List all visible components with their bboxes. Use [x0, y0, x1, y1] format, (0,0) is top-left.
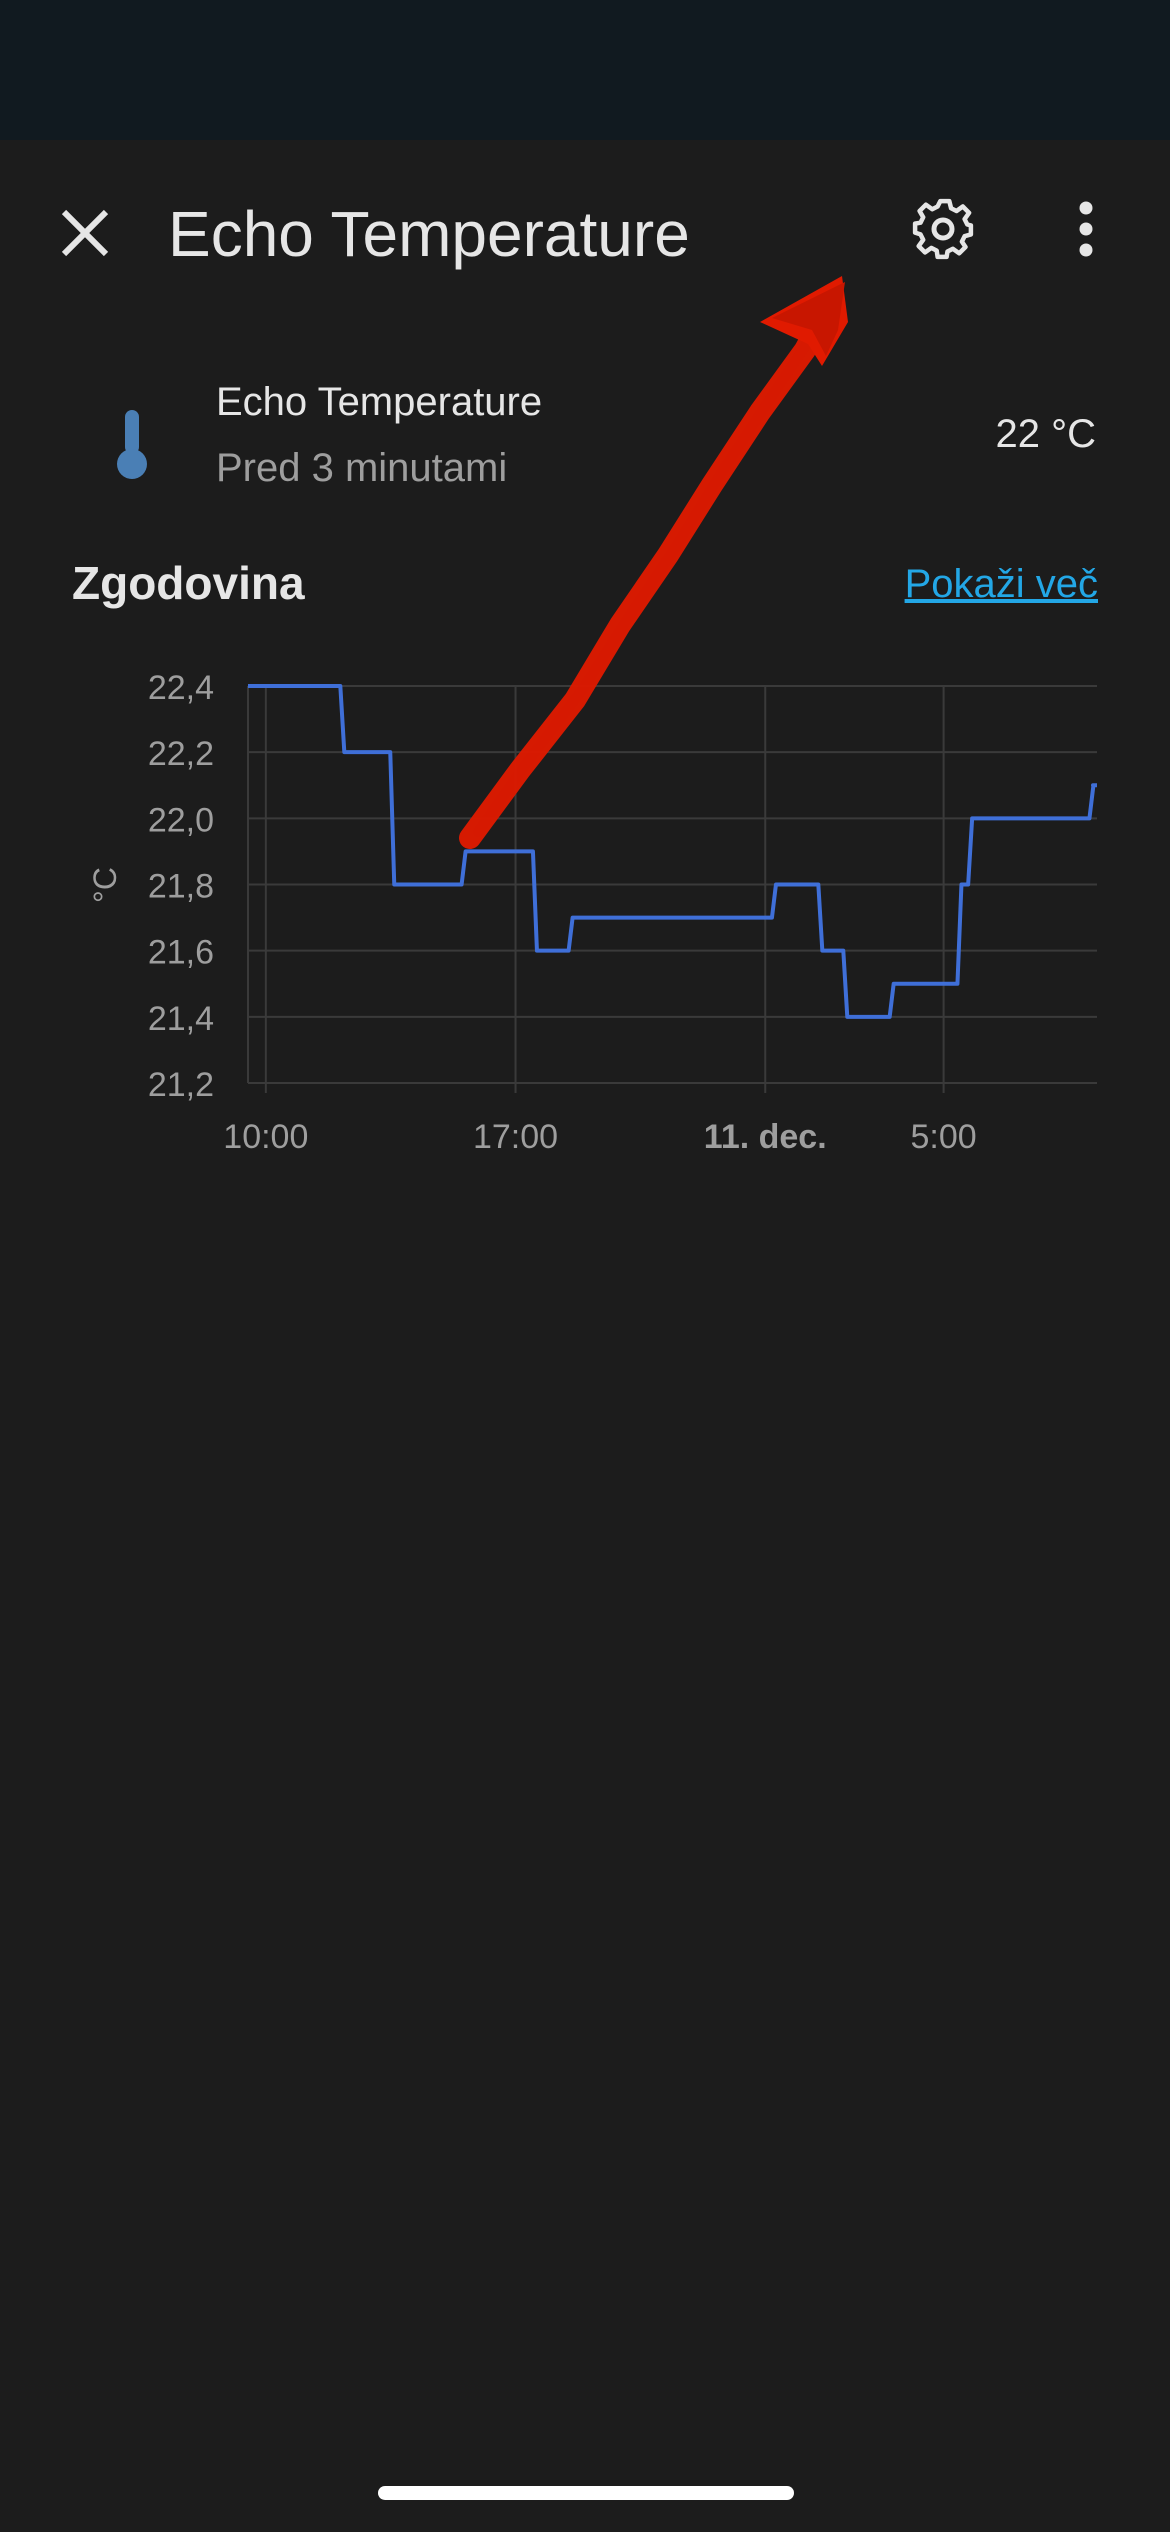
screen: Echo Temperature Echo Temperature Pred 3… [0, 0, 1170, 2532]
y-tick-label: 21,2 [148, 1066, 214, 1104]
x-tick-label: 11. dec. [704, 1118, 827, 1156]
home-indicator[interactable] [378, 2486, 794, 2500]
y-tick-label: 21,6 [148, 934, 214, 972]
x-tick-label: 10:00 [223, 1118, 308, 1156]
annotation-arrow-icon [459, 276, 848, 849]
x-tick-label: 5:00 [911, 1118, 977, 1156]
y-tick-label: 21,4 [148, 1000, 214, 1038]
x-tick-label: 17:00 [473, 1118, 558, 1156]
